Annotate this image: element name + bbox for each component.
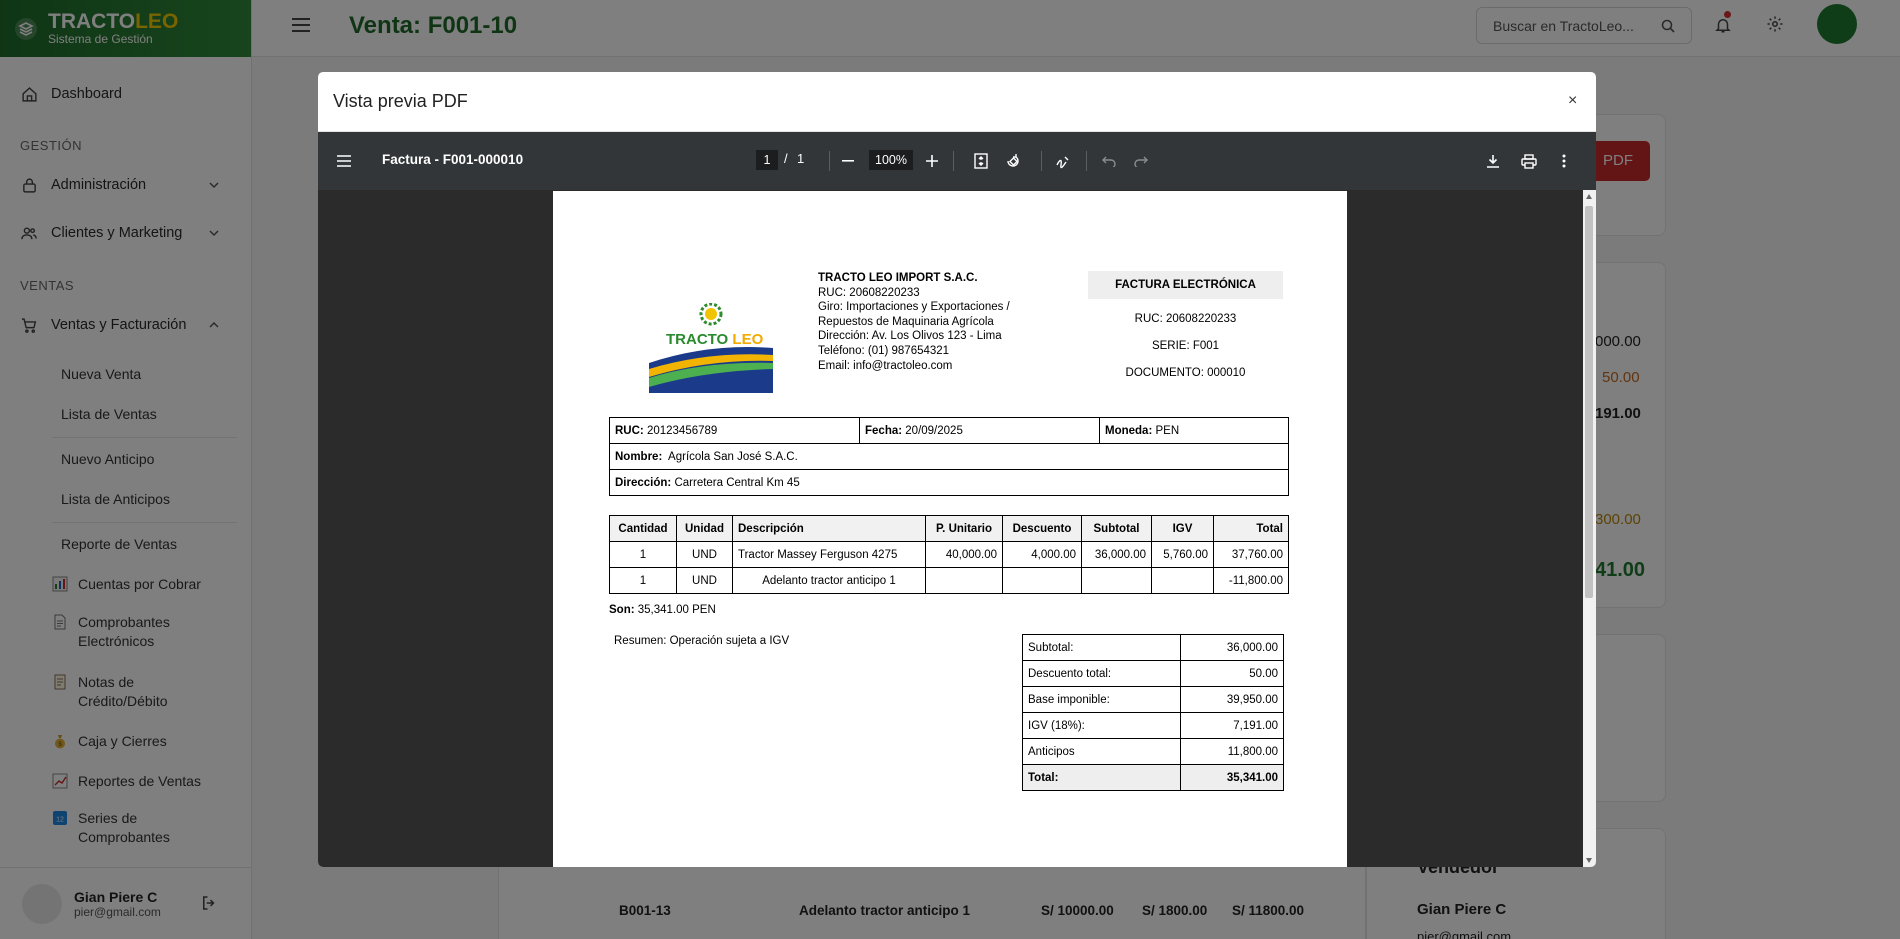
undo-icon[interactable] <box>1099 151 1119 171</box>
table-row: 1 UND Adelanto tractor anticipo 1 -11,80… <box>609 567 1289 594</box>
pdf-toolbar: Factura - F001-000010 1 / 1 100% <box>318 132 1596 190</box>
client-info-table: RUC: 20123456789 Fecha: 20/09/2025 Moned… <box>609 417 1289 496</box>
table-header-row: Cantidad Unidad Descripción P. Unitario … <box>609 515 1289 542</box>
pdf-page: TRACTO LEO TRACTO LEO IMPORT S.A.C. RUC:… <box>553 191 1347 867</box>
zoom-in-icon[interactable] <box>922 151 942 171</box>
page-total: 1 <box>797 151 805 166</box>
totals-table: Subtotal: 36,000.00 Descuento total: 50.00… <box>1022 634 1284 791</box>
scroll-down-arrow[interactable] <box>1586 858 1592 863</box>
pdf-scrollbar[interactable] <box>1583 190 1596 867</box>
pdf-preview-modal: Vista previa PDF × Factura - F001-000010… <box>318 72 1596 867</box>
scroll-thumb[interactable] <box>1585 206 1593 598</box>
document-title: Factura - F001-000010 <box>382 152 524 167</box>
print-icon[interactable] <box>1519 151 1539 171</box>
download-icon[interactable] <box>1483 151 1503 171</box>
page-number-input[interactable]: 1 <box>756 150 778 170</box>
menu-icon[interactable] <box>334 151 354 171</box>
modal-title: Vista previa PDF <box>333 91 468 111</box>
annotate-icon[interactable] <box>1053 151 1073 171</box>
close-button[interactable]: × <box>1568 93 1577 109</box>
invoice-id-box: FACTURA ELECTRÓNICA RUC: 20608220233 SER… <box>1088 271 1283 380</box>
tractor-gear-logo-icon <box>649 303 773 393</box>
modal-header: Vista previa PDF × <box>318 72 1596 132</box>
amount-in-words: Son: 35,341.00 PEN <box>609 604 716 616</box>
zoom-out-icon[interactable] <box>838 151 858 171</box>
summary-text: Resumen: Operación sujeta a IGV <box>614 635 790 647</box>
pdf-viewer: Factura - F001-000010 1 / 1 100% TRACTO … <box>318 132 1596 867</box>
logo-text: TRACTO LEO <box>666 331 764 348</box>
rotate-icon[interactable] <box>1003 151 1023 171</box>
scroll-up-arrow[interactable] <box>1586 194 1592 199</box>
company-logo: TRACTO LEO <box>649 303 773 393</box>
more-options-icon[interactable] <box>1554 151 1574 171</box>
items-table: Cantidad Unidad Descripción P. Unitario … <box>609 515 1289 594</box>
page-separator: / <box>784 151 788 166</box>
zoom-input[interactable]: 100% <box>869 150 913 170</box>
redo-icon[interactable] <box>1131 151 1151 171</box>
table-row: 1 UND Tractor Massey Ferguson 4275 40,00… <box>609 541 1289 568</box>
company-info: TRACTO LEO IMPORT S.A.C. RUC: 2060822023… <box>818 272 1010 372</box>
fit-page-icon[interactable] <box>971 151 991 171</box>
invoice-type: FACTURA ELECTRÓNICA <box>1088 271 1283 299</box>
